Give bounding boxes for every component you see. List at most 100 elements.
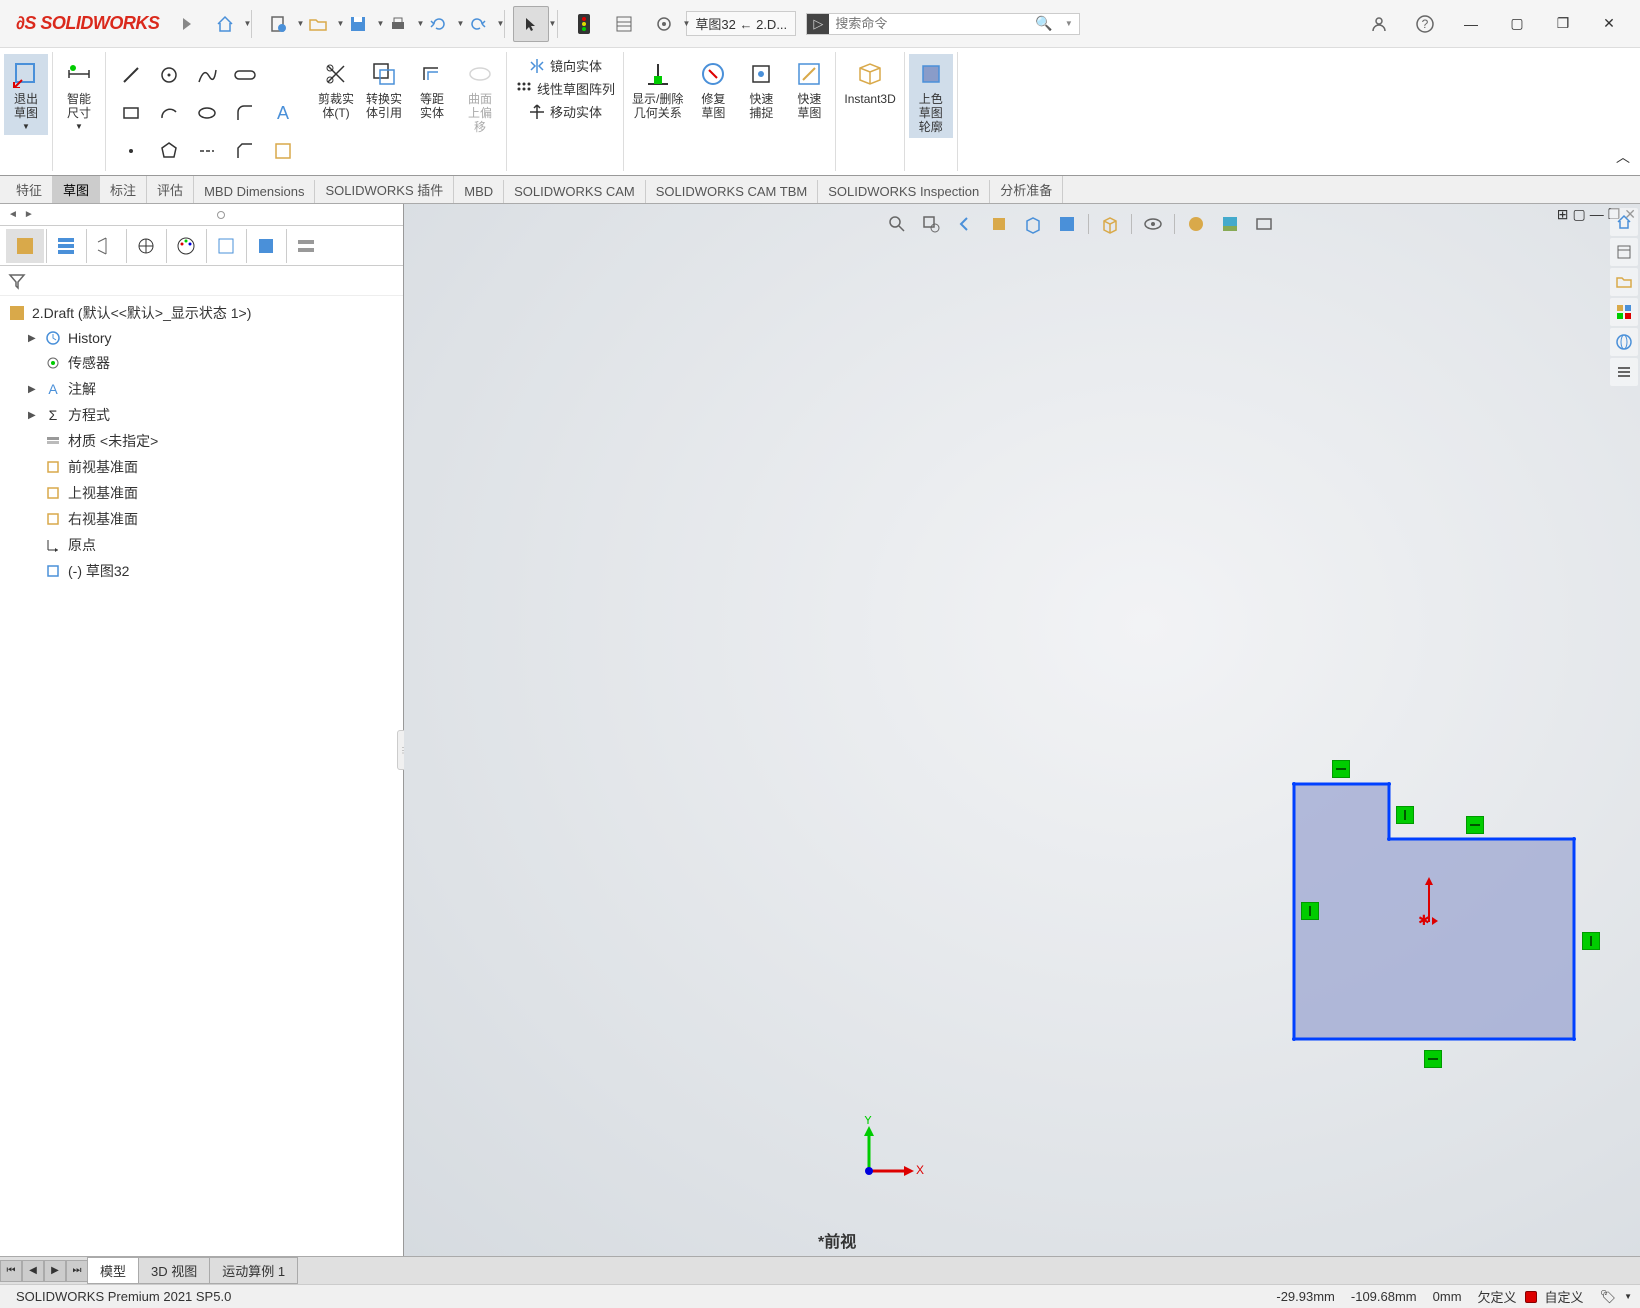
pattern-button[interactable]: 线性草图阵列	[511, 77, 619, 100]
bt-next-icon[interactable]: ▶	[44, 1260, 66, 1282]
centerline-icon[interactable]	[190, 134, 224, 168]
bt-prev-icon[interactable]: ◀	[22, 1260, 44, 1282]
ribbon-expand-icon[interactable]: ︿	[1616, 147, 1630, 167]
tree-item[interactable]: ▶History	[0, 326, 403, 350]
home-icon[interactable]: ▼	[207, 6, 243, 42]
mirror-button[interactable]: 镜向实体	[524, 54, 606, 77]
zoom-fit-icon[interactable]	[882, 210, 912, 238]
spline-icon[interactable]	[190, 58, 224, 92]
constraint-horizontal-icon[interactable]	[1424, 1050, 1442, 1068]
tab8-icon[interactable]	[286, 229, 324, 263]
bottom-tab-0[interactable]: 模型	[87, 1257, 139, 1284]
trim-button[interactable]: 剪裁实 体(T)	[314, 54, 358, 138]
scene-icon[interactable]	[1215, 210, 1245, 238]
tab-草图[interactable]: 草图	[53, 176, 100, 203]
exit-sketch-button[interactable]: 退出 草图 ▼	[4, 54, 48, 135]
select-icon[interactable]: ▼	[513, 6, 549, 42]
view-orient-icon[interactable]	[1018, 210, 1048, 238]
tree-root[interactable]: 2.Draft (默认<<默认>_显示状态 1>)	[0, 300, 403, 326]
status-tag-icon[interactable]: 🏷	[1592, 1289, 1625, 1305]
tab-solidworks-cam[interactable]: SOLIDWORKS CAM	[504, 180, 646, 203]
tab-solidworks-cam-tbm[interactable]: SOLIDWORKS CAM TBM	[646, 180, 818, 203]
minimize-button[interactable]: —	[1448, 6, 1494, 42]
circle-icon[interactable]	[152, 58, 186, 92]
help-icon[interactable]: ?	[1402, 6, 1448, 42]
fillet-tool-icon[interactable]	[228, 96, 262, 130]
section-icon[interactable]	[984, 210, 1014, 238]
undo-icon[interactable]: ▼	[420, 6, 456, 42]
save-icon[interactable]: ▼	[340, 6, 376, 42]
search-icon[interactable]: 🔍	[1029, 15, 1058, 32]
line-icon[interactable]	[114, 58, 148, 92]
bottom-tab-2[interactable]: 运动算例 1	[209, 1257, 298, 1284]
open-icon[interactable]: ▼	[300, 6, 336, 42]
sketch-geometry[interactable]	[1284, 764, 1604, 1054]
new-icon[interactable]: ▼	[260, 6, 296, 42]
vs-home-icon[interactable]	[1610, 208, 1638, 236]
polygon-icon[interactable]	[152, 134, 186, 168]
bottom-tab-1[interactable]: 3D 视图	[138, 1257, 210, 1284]
shaded-sketch-button[interactable]: 上色 草图 轮廓	[909, 54, 953, 138]
quick-snap-button[interactable]: 快速 捕捉	[739, 54, 783, 124]
search-dropdown-icon[interactable]: ▼	[1059, 19, 1079, 28]
tree-item[interactable]: 前视基准面	[0, 454, 403, 480]
appearance-icon[interactable]	[1181, 210, 1211, 238]
hide-show-icon[interactable]	[1138, 210, 1168, 238]
appearance-tab-icon[interactable]	[166, 229, 204, 263]
plane-sketch-icon[interactable]	[266, 134, 300, 168]
constraint-vertical-icon[interactable]	[1582, 932, 1600, 950]
tree-item[interactable]: 右视基准面	[0, 506, 403, 532]
tab-mbd-dimensions[interactable]: MBD Dimensions	[194, 180, 315, 203]
repair-button[interactable]: 修复 草图	[691, 54, 735, 124]
tab-评估[interactable]: 评估	[147, 176, 194, 203]
user-icon[interactable]	[1356, 6, 1402, 42]
tab-分析准备[interactable]: 分析准备	[990, 176, 1063, 203]
offset-button[interactable]: 等距 实体	[410, 54, 454, 138]
view-window-icon[interactable]: ▢	[1572, 206, 1585, 223]
config-tab-icon[interactable]	[86, 229, 124, 263]
restore-button[interactable]: ❐	[1540, 6, 1586, 42]
options-icon[interactable]	[606, 6, 642, 42]
tab7-icon[interactable]	[246, 229, 284, 263]
display-style-icon[interactable]	[1052, 210, 1082, 238]
vs-globe-icon[interactable]	[1610, 328, 1638, 356]
viewport[interactable]: ⊞ ▢ — ❐ ✕	[404, 204, 1640, 1256]
tab-mbd[interactable]: MBD	[454, 180, 504, 203]
relations-button[interactable]: 显示/删除 几何关系	[628, 54, 687, 124]
vs-panel-icon[interactable]	[1610, 238, 1638, 266]
move-button[interactable]: 移动实体	[524, 100, 606, 123]
ellipse-icon[interactable]	[190, 96, 224, 130]
vs-list-icon[interactable]	[1610, 358, 1638, 386]
arc-icon[interactable]	[152, 96, 186, 130]
status-custom[interactable]: 自定义	[1537, 1287, 1592, 1306]
instant3d-button[interactable]: Instant3D	[840, 54, 899, 110]
zoom-area-icon[interactable]	[916, 210, 946, 238]
maximize-button[interactable]: ▢	[1494, 6, 1540, 42]
redo-icon[interactable]: ▼	[460, 6, 496, 42]
constraint-horizontal-icon[interactable]	[1332, 760, 1350, 778]
vs-grid-icon[interactable]	[1610, 298, 1638, 326]
tab-标注[interactable]: 标注	[100, 176, 147, 203]
search-box[interactable]: ▷ 🔍 ▼	[806, 13, 1079, 35]
dim-tab-icon[interactable]	[126, 229, 164, 263]
property-tab-icon[interactable]	[46, 229, 84, 263]
chamfer-icon[interactable]	[228, 134, 262, 168]
constraint-horizontal-icon[interactable]	[1466, 816, 1484, 834]
feature-tree-tab-icon[interactable]	[6, 229, 44, 263]
text-icon[interactable]: A	[266, 96, 300, 130]
view-cube-icon[interactable]	[1095, 210, 1125, 238]
constraint-vertical-icon[interactable]	[1301, 902, 1319, 920]
tree-item[interactable]: 传感器	[0, 350, 403, 376]
render-icon[interactable]	[1249, 210, 1279, 238]
tree-item[interactable]: (-) 草图32	[0, 558, 403, 584]
panel-prev-icon[interactable]: ◄	[8, 209, 18, 220]
tab6-icon[interactable]	[206, 229, 244, 263]
settings-icon[interactable]: ▼	[646, 6, 682, 42]
filter-icon[interactable]	[8, 272, 26, 290]
tab-solidworks-inspection[interactable]: SOLIDWORKS Inspection	[818, 180, 990, 203]
tree-item[interactable]: 上视基准面	[0, 480, 403, 506]
slot-icon[interactable]	[228, 58, 262, 92]
panel-next-icon[interactable]: ►	[24, 209, 34, 220]
breadcrumb[interactable]: 草图32 ← 2.D...	[686, 11, 796, 36]
tree-item[interactable]: 材质 <未指定>	[0, 428, 403, 454]
